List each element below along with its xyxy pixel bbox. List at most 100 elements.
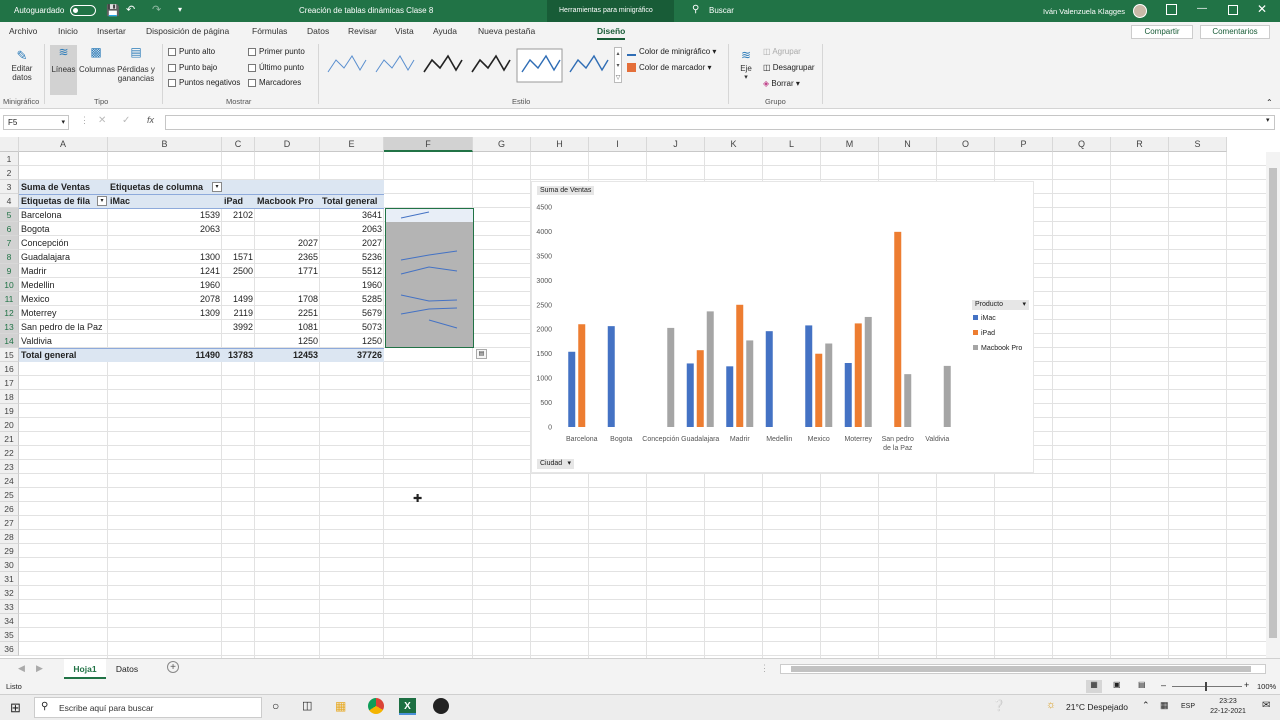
pivot-cell-total[interactable]: 2027 (320, 236, 384, 250)
save-icon[interactable]: 💾 (106, 4, 120, 17)
cancel-icon[interactable]: ✕ (98, 115, 106, 126)
pivot-cell-city[interactable]: Madrir (19, 264, 108, 278)
tab-ayuda[interactable]: Ayuda (433, 26, 457, 36)
cortana-icon[interactable]: ○ (272, 699, 279, 713)
pivot-cell-imac[interactable] (108, 334, 222, 348)
pivot-cell-mbp[interactable] (255, 278, 320, 292)
row-header[interactable]: 11 (0, 292, 19, 306)
pivot-cell-mbp[interactable]: 1081 (255, 320, 320, 334)
row-header[interactable]: 29 (0, 544, 19, 558)
style-swatch-1[interactable] (327, 55, 367, 73)
pivot-chart[interactable]: Suma de Ventas 0 500 1000 1500 2000 2500 3000 3… (531, 181, 1034, 473)
pivot-cell-mbp[interactable]: 2251 (255, 306, 320, 320)
column-header-q[interactable]: Q (1053, 137, 1111, 152)
clock[interactable]: 23:23 22-12-2021 (1199, 697, 1257, 717)
type-winloss-button[interactable]: ▤ Pérdidas y ganancias (116, 45, 156, 83)
ungroup-button[interactable]: ◫ Desagrupar (763, 63, 815, 72)
tab-vista[interactable]: Vista (395, 26, 414, 36)
pivot-cell-ipad[interactable]: 1571 (222, 250, 255, 264)
row-header[interactable]: 5 (0, 208, 19, 222)
row-header[interactable]: 22 (0, 446, 19, 460)
zoom-out-icon[interactable]: – (1161, 680, 1166, 690)
axis-button[interactable]: ≋ Eje ▾ (734, 48, 758, 81)
pivot-cell-ipad[interactable] (222, 222, 255, 236)
row-header[interactable]: 25 (0, 488, 19, 502)
tab-datos[interactable]: Datos (307, 26, 329, 36)
type-columns-button[interactable]: ▩ Columnas (79, 45, 115, 74)
undo-icon[interactable]: ↶ (126, 3, 135, 16)
row-header[interactable]: 12 (0, 306, 19, 320)
column-header-d[interactable]: D (255, 137, 320, 152)
column-header-c[interactable]: C (222, 137, 255, 152)
show-first-point-checkbox[interactable]: Primer punto (248, 47, 305, 56)
row-header[interactable]: 4 (0, 194, 19, 208)
pivot-cell-city[interactable]: Guadalajara (19, 250, 108, 264)
language-indicator[interactable]: ESP (1181, 703, 1195, 710)
pivot-cell-mbp[interactable] (255, 222, 320, 236)
quick-analysis-icon[interactable]: ▤ (476, 349, 487, 359)
pivot-row-labels[interactable]: Etiquetas de fila (19, 194, 99, 208)
column-header-i[interactable]: I (589, 137, 647, 152)
obs-icon[interactable] (433, 698, 449, 714)
show-markers-checkbox[interactable]: Marcadores (248, 78, 301, 87)
pivot-cell-ipad[interactable] (222, 236, 255, 250)
collapse-ribbon-icon[interactable]: ⌃ (1266, 98, 1273, 107)
comments-button[interactable]: Comentarios (1200, 25, 1270, 39)
close-icon[interactable]: ✕ (1257, 2, 1267, 16)
sheet-tab-hoja1[interactable]: Hoja1 (64, 659, 106, 679)
share-button[interactable]: Compartir (1131, 25, 1193, 39)
column-header-h[interactable]: H (531, 137, 589, 152)
row-header[interactable]: 33 (0, 600, 19, 614)
type-lines-button[interactable]: ≋ Líneas (50, 45, 77, 95)
row-header[interactable]: 23 (0, 460, 19, 474)
page-break-icon[interactable]: ▤ (1138, 680, 1146, 689)
show-last-point-checkbox[interactable]: Último punto (248, 63, 304, 72)
pivot-cell-ipad[interactable]: 2102 (222, 208, 255, 222)
row-header[interactable]: 36 (0, 642, 19, 656)
vertical-scrollbar[interactable] (1266, 152, 1280, 658)
row-header[interactable]: 2 (0, 166, 19, 180)
vertical-scroll-thumb[interactable] (1269, 168, 1277, 638)
task-view-icon[interactable]: ◫ (302, 699, 312, 712)
split-handle-icon[interactable]: ⋮ (760, 663, 769, 674)
pivot-cell-total[interactable]: 2063 (320, 222, 384, 236)
pivot-cell-imac[interactable]: 1241 (108, 264, 222, 278)
pivot-col-labels[interactable]: Etiquetas de columna (108, 180, 208, 194)
row-header[interactable]: 3 (0, 180, 19, 194)
row-header[interactable]: 17 (0, 376, 19, 390)
style-swatch-2[interactable] (375, 55, 415, 73)
network-icon[interactable]: ▦ (1160, 700, 1169, 711)
insert-function-icon[interactable]: fx (147, 115, 154, 125)
normal-view-icon[interactable]: ▦ (1086, 680, 1102, 693)
pivot-cell-ipad[interactable] (222, 278, 255, 292)
pivot-cell-total[interactable]: 5073 (320, 320, 384, 334)
col-filter-dropdown[interactable]: ▾ (212, 182, 222, 192)
pivot-cell-city[interactable]: Bogota (19, 222, 108, 236)
row-header[interactable]: 14 (0, 334, 19, 348)
pivot-total-imac[interactable]: 11490 (108, 348, 222, 362)
row-header[interactable]: 21 (0, 432, 19, 446)
pivot-cell-total[interactable]: 5236 (320, 250, 384, 264)
pivot-sum-label[interactable]: Suma de Ventas (19, 180, 108, 194)
pivot-cell-imac[interactable]: 1539 (108, 208, 222, 222)
pivot-header-imac[interactable]: iMac (108, 194, 222, 208)
prev-sheet-icon[interactable]: ◀ (18, 663, 25, 674)
pivot-cell-total[interactable]: 5512 (320, 264, 384, 278)
help-icon[interactable]: ❔ (992, 699, 1006, 712)
search-box[interactable]: Buscar (709, 6, 734, 15)
column-header-b[interactable]: B (108, 137, 222, 152)
group-button[interactable]: ◫ Agrupar (763, 47, 801, 56)
document-title[interactable]: Creación de tablas dinámicas Clase 8 (299, 6, 433, 15)
formula-input[interactable] (165, 115, 1275, 130)
pivot-cell-ipad[interactable]: 1499 (222, 292, 255, 306)
row-header[interactable]: 20 (0, 418, 19, 432)
pivot-cell-ipad[interactable]: 3992 (222, 320, 255, 334)
tab-diseno[interactable]: Diseño (597, 26, 626, 40)
row-header[interactable]: 7 (0, 236, 19, 250)
row-header[interactable]: 28 (0, 530, 19, 544)
name-box[interactable]: F5 ▾ (3, 115, 69, 130)
row-header[interactable]: 35 (0, 628, 19, 642)
notifications-icon[interactable]: ✉ (1262, 700, 1270, 711)
pivot-cell-city[interactable]: Mexico (19, 292, 108, 306)
pivot-header-macbook[interactable]: Macbook Pro (255, 194, 320, 208)
